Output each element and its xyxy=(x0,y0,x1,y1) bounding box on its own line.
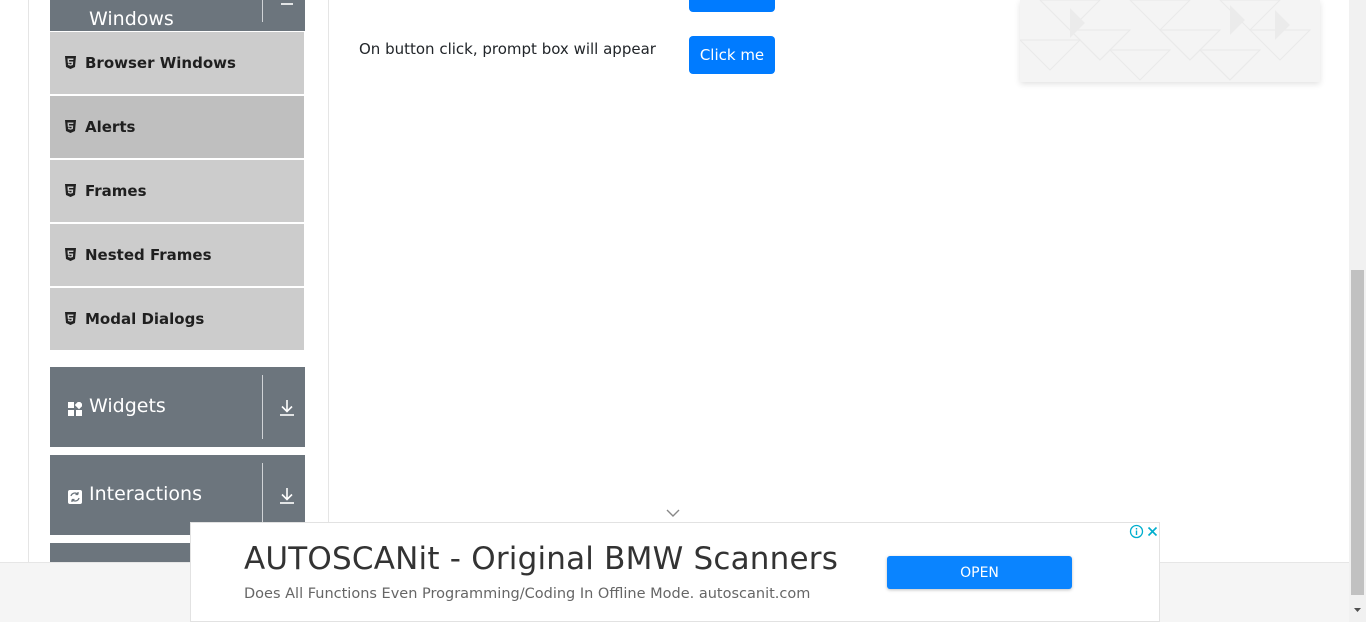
group-header-widgets[interactable]: Widgets xyxy=(50,367,305,447)
group-separator xyxy=(262,463,263,527)
prompt-description: On button click, prompt box will appear xyxy=(359,40,656,58)
html5-icon xyxy=(65,248,76,261)
scrollbar-thumb[interactable] xyxy=(1351,270,1364,595)
html5-icon xyxy=(65,312,76,325)
info-icon[interactable] xyxy=(1129,524,1144,539)
download-arrow-icon[interactable] xyxy=(278,398,296,418)
group-title: Widgets xyxy=(89,395,166,417)
sidebar-item-label: Alerts xyxy=(85,118,136,136)
download-arrow-icon[interactable] xyxy=(278,0,296,12)
chevron-down-icon[interactable] xyxy=(664,507,682,519)
widgets-grid-icon xyxy=(68,402,82,416)
close-icon[interactable] xyxy=(1145,524,1160,539)
page: Windows Browser Windows Alerts Frames Ne… xyxy=(0,0,1366,622)
sidebar-divider xyxy=(328,0,329,562)
side-ad-image[interactable] xyxy=(1020,0,1320,82)
html5-icon xyxy=(65,184,76,197)
group-header-alerts-frame-windows[interactable]: Windows xyxy=(50,0,305,31)
sidebar-item-label: Browser Windows xyxy=(85,54,236,72)
group-title: Windows xyxy=(89,8,174,30)
sidebar-item-modal-dialogs[interactable]: Modal Dialogs xyxy=(50,288,304,350)
sidebar-item-alerts[interactable]: Alerts xyxy=(50,96,304,158)
sidebar-item-label: Nested Frames xyxy=(85,246,212,264)
ad-description[interactable]: Does All Functions Even Programming/Codi… xyxy=(244,586,810,602)
geometric-pattern-image xyxy=(1020,0,1312,81)
ad-open-button[interactable]: OPEN xyxy=(887,556,1072,589)
sidebar-item-label: Modal Dialogs xyxy=(85,310,205,328)
ad-title[interactable]: AUTOSCANit - Original BMW Scanners xyxy=(244,541,838,577)
sidebar-item-label: Frames xyxy=(85,182,147,200)
html5-icon xyxy=(65,56,76,69)
previous-click-button[interactable] xyxy=(689,0,775,12)
sidebar-item-frames[interactable]: Frames xyxy=(50,160,304,222)
interactions-icon xyxy=(68,490,82,504)
sidebar-item-browser-windows[interactable]: Browser Windows xyxy=(50,32,304,94)
scroll-down-arrow-icon[interactable] xyxy=(1352,604,1363,616)
download-arrow-icon[interactable] xyxy=(278,486,296,506)
html5-icon xyxy=(65,120,76,133)
left-gutter-line xyxy=(28,0,29,562)
group-title: Interactions xyxy=(89,483,202,505)
prompt-click-button[interactable]: Click me xyxy=(689,36,775,74)
group-separator xyxy=(262,0,263,22)
sidebar-item-nested-frames[interactable]: Nested Frames xyxy=(50,224,304,286)
ad-banner[interactable]: AUTOSCANit - Original BMW Scanners Does … xyxy=(190,522,1160,622)
group-separator xyxy=(262,375,263,439)
